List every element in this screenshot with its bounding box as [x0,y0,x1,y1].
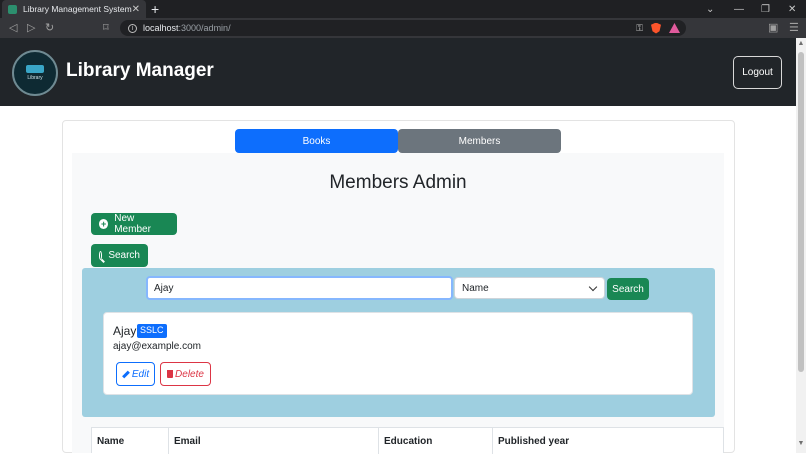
column-header-published-year: Published year [498,435,570,447]
restore-icon[interactable]: ❐ [761,0,770,18]
address-bar: ◁ ▷ ↻ ⌑ i localhost:3000/admin/ ⚿ ▣ ☰ [0,18,806,38]
browser-tab[interactable]: Library Management System ✕ [2,0,146,18]
delete-label: Delete [175,368,204,380]
scroll-thumb[interactable] [798,52,804,372]
brand-title: Library Manager [66,60,214,81]
url-text: localhost:3000/admin/ [143,23,231,33]
column-header-email: Email [169,428,379,454]
search-icon [99,251,103,260]
window-close-icon[interactable]: ✕ [788,0,796,18]
browser-tab-title: Library Management System [23,4,132,14]
tab-books[interactable]: Books [235,129,398,153]
site-info-icon[interactable]: i [128,23,137,33]
search-input[interactable] [146,276,453,300]
column-header-name: Name [92,428,169,454]
delete-button[interactable]: Delete [160,362,211,386]
tab-members[interactable]: Members [398,129,561,153]
book-icon [26,65,44,73]
search-toggle-label: Search [108,250,140,261]
plus-circle-icon: + [99,219,109,229]
url-field[interactable]: i localhost:3000/admin/ ⚿ [120,20,686,36]
browser-tab-bar: Library Management System ✕ + ⌄ — ❐ ✕ [0,0,806,18]
trash-icon [167,370,174,378]
chevron-down-icon [588,282,598,292]
scroll-up-icon[interactable]: ▲ [796,40,806,47]
favicon-icon [8,4,17,14]
forward-icon[interactable]: ▷ [27,21,35,35]
search-field-select[interactable]: Name [454,277,605,299]
key-icon[interactable]: ⚿ [636,23,643,34]
logout-button[interactable]: Logout [733,56,782,89]
new-member-label: New Member [114,213,151,235]
search-toggle-button[interactable]: Search [91,244,148,267]
education-badge: SSLC [137,324,167,338]
back-icon[interactable]: ◁ [9,21,17,35]
tab-search-icon[interactable]: ⌄ [706,0,714,18]
wallet-icon[interactable]: ▣ [768,21,778,35]
brave-shield-icon[interactable] [651,22,661,34]
edit-label: Edit [131,368,150,380]
reload-icon[interactable]: ↻ [45,21,54,35]
new-member-button[interactable]: + New Member [91,213,177,235]
logo: Library [12,50,58,96]
members-table: Name Email Education Published year [91,427,724,454]
page-title: Members Admin [329,172,467,193]
app-header: Library Library Manager [0,38,796,106]
scrollbar[interactable]: ▲ ▼ [796,38,806,453]
bookmark-icon[interactable]: ⌑ [103,21,109,35]
edit-button[interactable]: Edit [116,362,155,386]
scroll-down-icon[interactable]: ▼ [796,440,806,447]
member-name: Ajay [113,324,137,338]
search-field-value: Name [462,282,489,294]
minimize-icon[interactable]: — [734,0,744,18]
new-tab-icon[interactable]: + [151,1,159,17]
search-submit-button[interactable]: Search [607,278,649,300]
member-email: ajay@example.com [113,341,201,352]
logo-text: Library [27,75,43,81]
close-tab-icon[interactable]: ✕ [132,4,140,15]
pencil-icon [121,370,130,378]
menu-icon[interactable]: ☰ [789,21,799,35]
brave-rewards-icon[interactable] [669,23,680,33]
column-header-education: Education [379,428,493,454]
